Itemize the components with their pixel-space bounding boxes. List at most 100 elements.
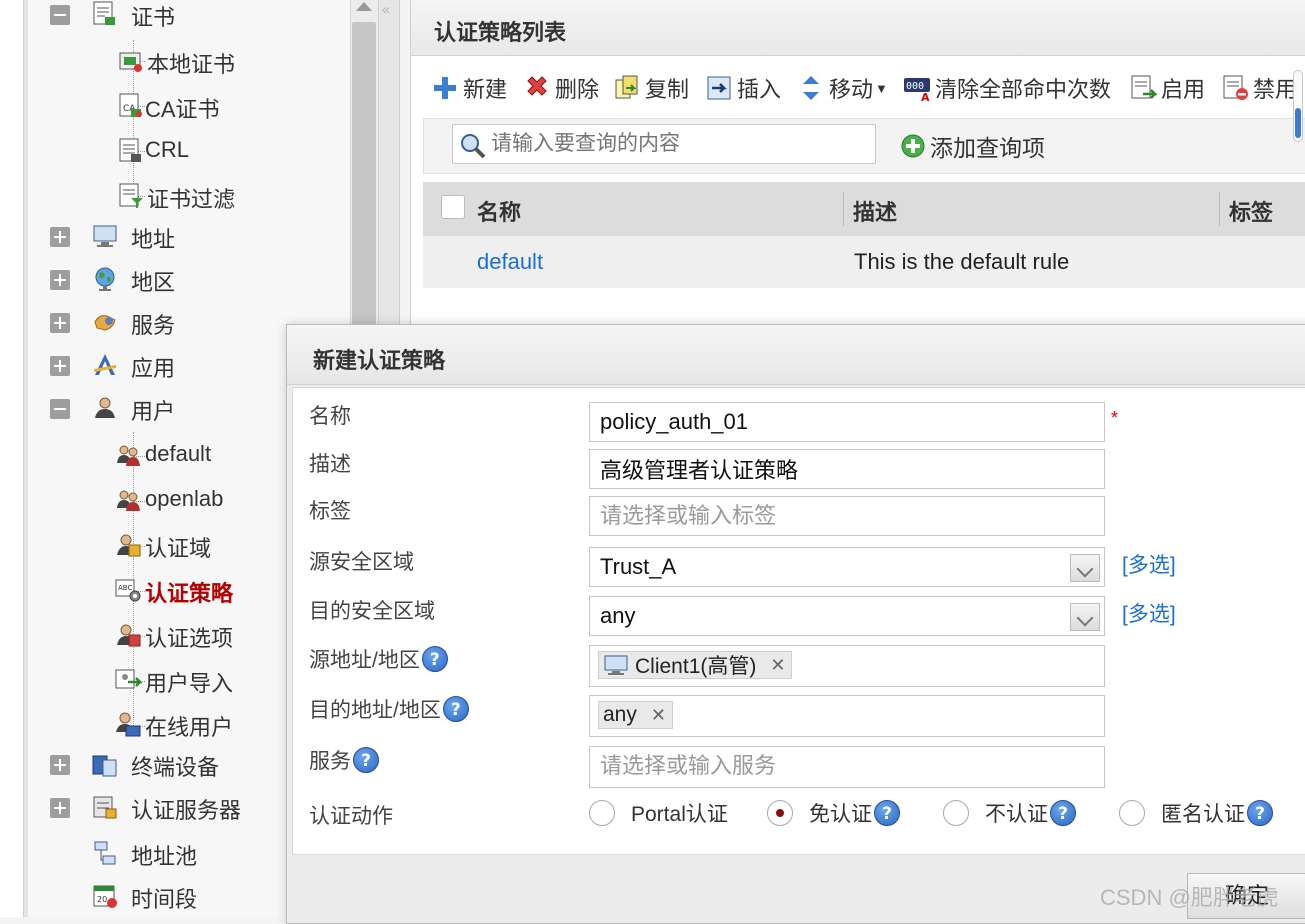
tag-field[interactable] — [589, 496, 1105, 536]
help-icon[interactable]: ? — [1050, 800, 1076, 826]
destination-address-tag-label: any — [603, 703, 637, 726]
move-button[interactable]: 移动 ▼ — [797, 72, 888, 104]
service-label-text: 服务 — [309, 750, 351, 773]
help-icon[interactable]: ? — [442, 696, 469, 722]
help-icon[interactable]: ? — [353, 747, 379, 773]
select-all-checkbox[interactable] — [441, 195, 465, 219]
sidebar-item-local-certificate[interactable]: 本地证书 — [28, 43, 348, 79]
source-address-field[interactable]: Client1(高管) ✕ — [589, 645, 1105, 687]
help-icon[interactable]: ? — [1247, 800, 1273, 826]
description-field[interactable] — [589, 449, 1105, 489]
help-icon[interactable]: ? — [421, 646, 448, 672]
name-field[interactable] — [589, 402, 1105, 442]
required-mark: * — [1111, 408, 1119, 428]
chevron-down-icon[interactable] — [1070, 554, 1100, 582]
search-input[interactable] — [491, 129, 871, 159]
radio-portal[interactable]: Portal认证 — [589, 798, 728, 828]
monitor-icon — [604, 655, 628, 675]
sidebar-item-label: 用户导入 — [145, 671, 234, 696]
name-input[interactable] — [600, 407, 1090, 437]
sidebar-item-label: 地址池 — [131, 844, 198, 869]
counter-reset-icon: 000A — [904, 78, 930, 102]
svg-text:ABC: ABC — [118, 584, 132, 592]
expand-toggle-icon[interactable] — [50, 755, 70, 775]
enable-button-label: 启用 — [1161, 77, 1206, 102]
source-zone-multi-select-link[interactable]: [多选] — [1122, 549, 1176, 579]
source-zone-select[interactable]: Trust_A — [589, 547, 1105, 587]
search-box[interactable] — [452, 124, 876, 164]
enable-icon — [1131, 75, 1157, 99]
expand-toggle-icon[interactable] — [50, 313, 70, 333]
toolbar-scrollbar[interactable] — [1291, 70, 1305, 142]
sidebar-item-label: 用户 — [131, 399, 176, 424]
remove-tag-icon[interactable]: ✕ — [651, 705, 666, 726]
clear-hits-button[interactable]: 000 A 清除全部命中次数 — [903, 72, 1111, 104]
add-query-button[interactable]: 添加查询项 — [900, 129, 1045, 163]
radio-button[interactable] — [589, 800, 615, 826]
auth-policy-icon: ABC — [115, 579, 141, 602]
insert-button[interactable]: 插入 — [705, 72, 781, 104]
destination-address-field[interactable]: any ✕ — [589, 695, 1105, 737]
column-separator — [843, 192, 844, 226]
sidebar-item-label: 认证域 — [145, 536, 212, 561]
user-group-icon — [117, 445, 140, 466]
expand-toggle-icon[interactable] — [50, 227, 70, 247]
delete-button[interactable]: 删除 — [523, 72, 599, 104]
new-button[interactable]: 新建 — [431, 72, 507, 104]
scrollbar-thumb[interactable] — [1295, 108, 1301, 138]
dialog-header[interactable]: 新建认证策略 — [287, 325, 1305, 385]
description-input[interactable] — [600, 454, 1090, 484]
sidebar-item-certificate-filter[interactable]: 证书过滤 — [28, 178, 348, 214]
sidebar-item-label: default — [145, 441, 212, 466]
table-row[interactable]: default This is the default rule — [423, 236, 1305, 288]
expand-toggle-icon[interactable] — [50, 798, 70, 818]
enable-button[interactable]: 启用 — [1129, 72, 1205, 104]
destination-zone-select[interactable]: any — [589, 596, 1105, 636]
svg-text:A: A — [921, 91, 930, 102]
service-input[interactable] — [600, 751, 1090, 781]
radio-anonymous[interactable]: 匿名认证 ? — [1119, 798, 1273, 828]
expand-toggle-icon[interactable] — [50, 356, 70, 376]
auth-domain-icon — [117, 534, 141, 557]
radio-button-checked[interactable] — [767, 800, 793, 826]
sidebar-item-crl[interactable]: CRL — [28, 133, 348, 169]
sidebar-scrollbar-thumb[interactable] — [352, 22, 376, 328]
column-separator — [1219, 192, 1220, 226]
insert-icon — [707, 76, 731, 100]
column-header-description[interactable]: 描述 — [853, 195, 897, 227]
help-icon[interactable]: ? — [874, 800, 900, 826]
new-button-label: 新建 — [463, 77, 508, 102]
column-header-name[interactable]: 名称 — [477, 195, 521, 227]
service-field[interactable] — [589, 746, 1105, 788]
chevron-down-icon[interactable] — [1070, 603, 1100, 631]
collapse-toggle-icon[interactable] — [50, 399, 70, 419]
collapse-toggle-icon[interactable] — [50, 5, 70, 25]
sidebar-item-region[interactable]: 地区 — [28, 261, 348, 297]
auth-action-label: 认证动作 — [309, 805, 393, 828]
add-query-label: 添加查询项 — [930, 135, 1045, 161]
double-chevron-left-icon[interactable]: « — [381, 0, 391, 19]
radio-button[interactable] — [1119, 800, 1145, 826]
sidebar-item-certificate[interactable]: 证书 — [28, 0, 348, 32]
remove-tag-icon[interactable]: ✕ — [770, 655, 785, 676]
copy-button[interactable]: 复制 — [613, 72, 689, 104]
column-header-tag[interactable]: 标签 — [1229, 195, 1273, 227]
sidebar-item-ca-certificate[interactable]: CA CA证书 — [28, 88, 348, 124]
sidebar-item-label: 在线用户 — [145, 715, 234, 740]
radio-no-auth-required[interactable]: 免认证 ? — [767, 798, 900, 828]
disable-button[interactable]: 禁用 — [1221, 72, 1297, 104]
policy-name-link[interactable]: default — [477, 249, 543, 275]
radio-no-auth[interactable]: 不认证 ? — [943, 798, 1076, 828]
radio-button[interactable] — [943, 800, 969, 826]
sidebar-item-address[interactable]: 地址 — [28, 218, 348, 254]
destination-address-label-text: 目的地址/地区 — [309, 699, 441, 722]
destination-zone-multi-select-link[interactable]: [多选] — [1122, 598, 1176, 628]
copy-button-label: 复制 — [645, 77, 690, 102]
source-address-tag: Client1(高管) ✕ — [598, 651, 793, 679]
watermark: CSDN @肥胖老虎 — [1100, 885, 1279, 910]
sidebar-item-label: 终端设备 — [131, 755, 220, 780]
expand-toggle-icon[interactable] — [50, 270, 70, 290]
service-label: 服务 ? — [309, 745, 379, 775]
tag-input[interactable] — [600, 501, 1090, 531]
scroll-up-arrow-icon[interactable] — [356, 2, 372, 11]
